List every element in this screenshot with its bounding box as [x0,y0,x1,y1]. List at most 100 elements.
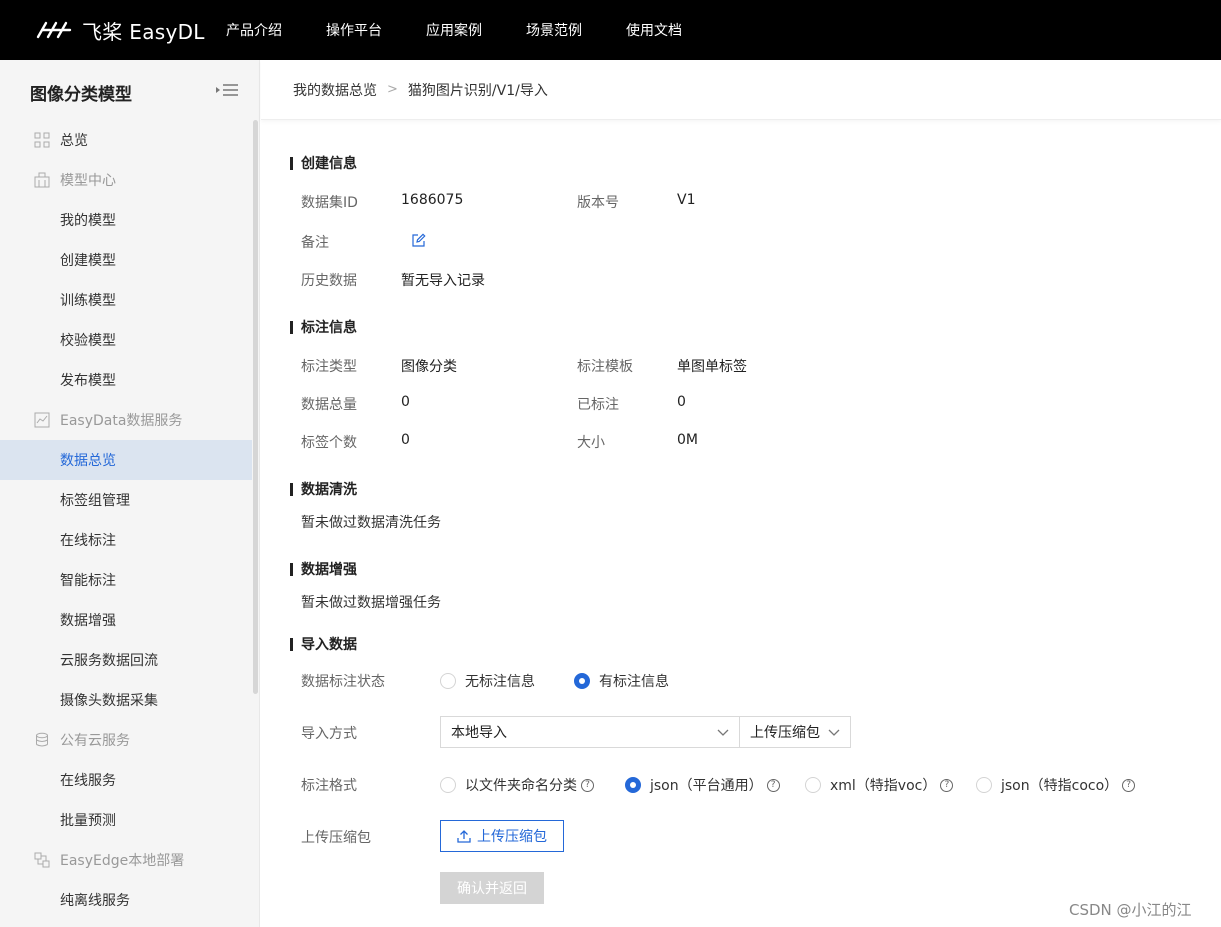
upload-type-select[interactable]: 上传压缩包 [739,716,851,748]
sidebar-item-label: 公有云服务 [60,733,130,749]
easydl-logo[interactable]: 飞桨 EasyDL [36,16,205,44]
sidebar-item-train-model[interactable]: 训练模型 [0,280,252,320]
sidebar-item-my-models[interactable]: 我的模型 [0,200,252,240]
radio-format-json-coco[interactable]: json（特指coco） ? [976,775,1136,795]
version-label: 版本号 [577,195,619,211]
section-title-create-info: 创建信息 [290,153,357,173]
sidebar-scrollbar[interactable] [253,120,258,694]
section-title-augment: 数据增强 [290,559,357,579]
sidebar-item-label: 标签组管理 [60,493,130,509]
sidebar-item-batch-predict[interactable]: 批量预测 [0,800,252,840]
nav-platform[interactable]: 操作平台 [326,20,382,40]
radio-label: xml（特指voc） [830,778,937,794]
radio-no-annotation[interactable]: 无标注信息 [440,671,535,691]
nav-docs[interactable]: 使用文档 [626,20,682,40]
database-icon [36,732,48,747]
sidebar-item-label: 批量预测 [60,813,116,829]
cleaning-status-text: 暂未做过数据清洗任务 [301,515,441,531]
radio-label: 以文件夹命名分类 [465,778,577,794]
upload-button-label: 上传压缩包 [477,829,547,845]
confirm-return-button[interactable]: 确认并返回 [440,872,544,904]
sidebar-item-label: 发布模型 [60,373,116,389]
chevron-down-icon [828,729,840,736]
nav-cases[interactable]: 应用案例 [426,20,482,40]
collapse-menu-icon[interactable] [214,80,240,100]
size-label: 大小 [577,435,605,451]
select-value: 本地导入 [451,725,507,741]
radio-format-json-platform[interactable]: json（平台通用） ? [625,775,780,795]
radio-dot[interactable] [625,777,641,793]
radio-dot[interactable] [976,777,992,793]
breadcrumb-parent-link[interactable]: 我的数据总览 [293,80,377,100]
breadcrumb: 我的数据总览 > 猫狗图片识别/V1/导入 [261,60,1221,120]
sidebar-item-data-augment[interactable]: 数据增强 [0,600,252,640]
data-total-label: 数据总量 [301,397,357,413]
sidebar-item-online-service[interactable]: 在线服务 [0,760,252,800]
sidebar-item-online-annotation[interactable]: 在线标注 [0,520,252,560]
radio-dot[interactable] [805,777,821,793]
upload-icon [457,830,471,843]
sidebar-item-public-cloud[interactable]: 公有云服务 [0,720,252,760]
top-navigation-bar: 飞桨 EasyDL 产品介绍 操作平台 应用案例 场景范例 使用文档 [0,0,1221,60]
augment-status-text: 暂未做过数据增强任务 [301,595,441,611]
help-icon[interactable]: ? [766,778,780,792]
dataset-id-value: 1686075 [401,192,464,208]
radio-format-folder[interactable]: 以文件夹命名分类 ? [440,775,594,795]
annotation-status-label: 数据标注状态 [301,674,385,690]
radio-label: 无标注信息 [465,674,535,690]
edit-icon[interactable] [411,233,426,248]
sidebar-item-label: 模型中心 [60,173,116,189]
help-icon[interactable]: ? [581,778,594,792]
import-method-select[interactable]: 本地导入 [440,716,740,748]
sidebar-item-label: 我的模型 [60,213,116,229]
sidebar-item-label: 创建模型 [60,253,116,269]
sidebar-item-easydata[interactable]: EasyData数据服务 [0,400,252,440]
annotation-type-label: 标注类型 [301,359,357,375]
sidebar-item-easyedge[interactable]: EasyEdge本地部署 [0,840,252,880]
sidebar-item-label: EasyData数据服务 [60,413,183,429]
chevron-down-icon [717,729,729,736]
radio-has-annotation[interactable]: 有标注信息 [574,671,669,691]
sidebar-title: 图像分类模型 [30,85,132,105]
section-title-annotation-info: 标注信息 [290,317,357,337]
sidebar-item-label: 总览 [60,133,88,149]
sidebar-item-offline-service[interactable]: 纯离线服务 [0,880,252,920]
help-icon[interactable]: ? [1122,778,1136,792]
section-title-cleaning: 数据清洗 [290,479,357,499]
select-value: 上传压缩包 [750,725,820,741]
nav-scenarios[interactable]: 场景范例 [526,20,582,40]
labeled-label: 已标注 [577,397,619,413]
sidebar-item-overview[interactable]: 总览 [0,120,252,160]
sidebar-item-cloud-backflow[interactable]: 云服务数据回流 [0,640,252,680]
edge-device-icon [34,852,50,868]
sidebar-item-label: 摄像头数据采集 [60,693,158,709]
sidebar-item-data-overview[interactable]: 数据总览 [0,440,252,480]
tag-count-value: 0 [401,432,410,448]
radio-dot[interactable] [440,777,456,793]
labeled-value: 0 [677,394,686,410]
sidebar-item-label: 云服务数据回流 [60,653,158,669]
sidebar-item-smart-annotation[interactable]: 智能标注 [0,560,252,600]
radio-format-xml-voc[interactable]: xml（特指voc） ? [805,775,954,795]
upload-archive-button[interactable]: 上传压缩包 [440,820,564,852]
upload-archive-label: 上传压缩包 [301,830,371,846]
sidebar-item-camera-capture[interactable]: 摄像头数据采集 [0,680,252,720]
help-icon[interactable]: ? [940,778,954,792]
sidebar-item-create-model[interactable]: 创建模型 [0,240,252,280]
version-value: V1 [677,192,696,208]
sidebar-item-label: 数据增强 [60,613,116,629]
sidebar-item-tag-groups[interactable]: 标签组管理 [0,480,252,520]
breadcrumb-current: 猫狗图片识别/V1/导入 [407,82,548,99]
sidebar-item-publish-model[interactable]: 发布模型 [0,360,252,400]
sidebar-item-validate-model[interactable]: 校验模型 [0,320,252,360]
nav-product-intro[interactable]: 产品介绍 [226,20,282,40]
radio-label: json（特指coco） [1001,778,1119,794]
radio-dot[interactable] [574,673,590,689]
size-value: 0M [677,432,698,448]
sidebar-item-label: EasyEdge本地部署 [60,853,185,869]
sidebar-item-label: 数据总览 [60,453,116,469]
sidebar-item-model-center[interactable]: 模型中心 [0,160,252,200]
model-center-icon [34,172,50,188]
sidebar: 图像分类模型 总览 模型中心 我的模型 创建模型 训练模型 校验模型 发布模型 … [0,60,260,927]
radio-dot[interactable] [440,673,456,689]
